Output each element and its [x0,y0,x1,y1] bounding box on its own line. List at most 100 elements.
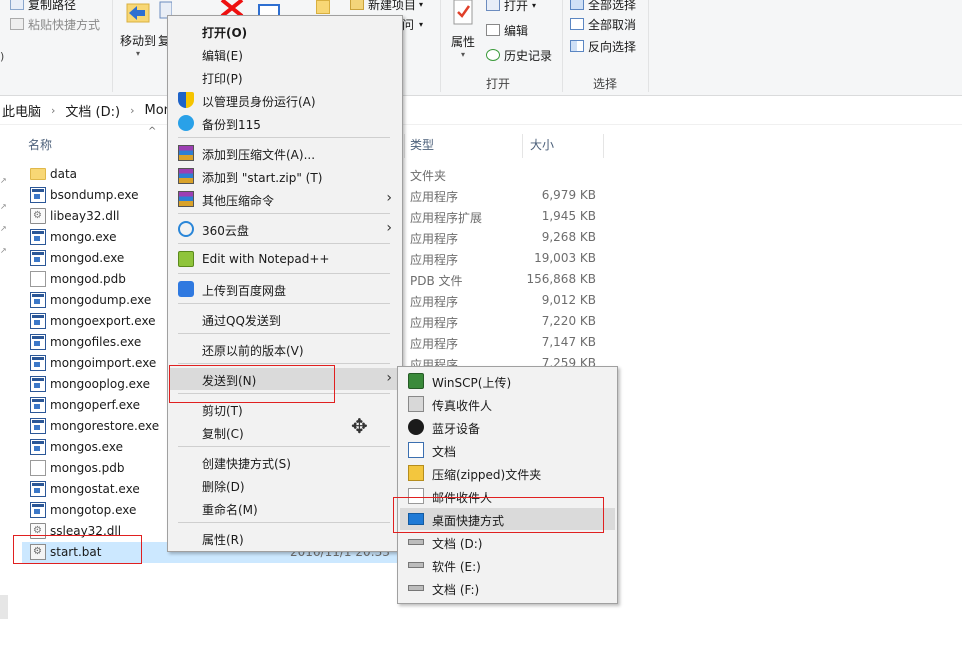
menu-item-edit-notepadpp[interactable]: Edit with Notepad++ [170,248,400,270]
menu-item-360-cloud[interactable]: 360云盘 › [170,218,400,240]
open-dropdown-icon: ▾ [532,0,537,10]
pin-icon[interactable]: ↗ [0,247,7,255]
360-cloud-icon [178,221,194,237]
exe-icon [30,355,46,371]
menu-item-add-to-zip[interactable]: 添加到 "start.zip" (T) [170,165,400,187]
send-to-winscp[interactable]: WinSCP(上传) [400,370,615,392]
file-icon [30,271,46,287]
exe-icon [30,313,46,329]
select-all-icon [570,0,584,10]
column-separator[interactable] [603,134,604,158]
pin-icon[interactable]: ↗ [0,177,7,185]
menu-item-add-to-archive[interactable]: 添加到压缩文件(A)... [170,142,400,164]
breadcrumb-chevron-icon[interactable]: › [130,104,134,117]
exe-icon [30,250,46,266]
easy-access-button[interactable]: 问 ▾ [402,14,423,34]
send-to-drive-e[interactable]: 软件 (E:) [400,554,615,576]
scrollbar-thumb[interactable] [0,595,8,619]
send-to-drive-f[interactable]: 文档 (F:) [400,577,615,599]
ribbon-separator [562,0,563,92]
winrar-icon [178,191,194,207]
drive-icon [408,562,424,568]
exe-icon [30,292,46,308]
open-button[interactable]: 打开 ▾ [486,0,536,15]
properties-icon [453,0,473,25]
send-to-fax[interactable]: 传真收件人 [400,393,615,415]
menu-separator [178,446,390,447]
menu-item-edit[interactable]: 编辑(E) [170,43,400,65]
pin-icon[interactable]: ↗ [0,203,7,211]
uac-shield-icon [178,92,194,108]
new-folder-icon[interactable] [316,0,330,14]
menu-item-delete[interactable]: 删除(D) [170,474,400,496]
annotation-box [169,365,335,403]
exe-icon [30,439,46,455]
menu-separator [178,137,390,138]
breadcrumb[interactable]: 此电脑 › 文档 (D:) › Mongo [0,97,962,125]
submenu-arrow-icon: › [386,190,392,206]
select-none-button[interactable]: 全部取消 [570,14,636,34]
pin-icon[interactable]: ↗ [0,225,7,233]
menu-item-restore-previous[interactable]: 还原以前的版本(V) [170,338,400,360]
winrar-icon [178,145,194,161]
notepadpp-icon [178,251,194,267]
send-to-bluetooth[interactable]: 蓝牙设备 [400,416,615,438]
navigation-pane-edge: ↗ ↗ ↗ ↗ [0,125,12,663]
menu-item-run-as-admin[interactable]: 以管理员身份运行(A) [170,89,400,111]
documents-icon [408,442,424,458]
paste-shortcut-button[interactable]: 粘贴快捷方式 [10,14,100,34]
exe-icon [30,229,46,245]
annotation-box [13,535,142,564]
move-to-button[interactable]: 移动到 ▾ [118,0,158,58]
invert-selection-button[interactable]: 反向选择 [570,36,636,56]
menu-item-backup-115[interactable]: 备份到115 [170,112,400,134]
send-to-drive-d[interactable]: 文档 (D:) [400,531,615,553]
zip-folder-icon [408,465,424,481]
column-header-type[interactable]: 类型 [410,130,434,158]
folder-icon [30,168,46,180]
properties-button[interactable]: 属性 ▾ [446,0,480,59]
open-icon [486,0,500,11]
menu-item-upload-baidu[interactable]: 上传到百度网盘 [170,278,400,300]
breadcrumb-this-pc[interactable]: 此电脑 [2,101,41,120]
clipboard-group-label-partial: ) [0,50,5,63]
new-item-button[interactable]: 新建项目 ▾ [350,0,423,14]
breadcrumb-chevron-icon[interactable]: › [51,104,55,117]
select-none-icon [570,18,584,30]
menu-item-print[interactable]: 打印(P) [170,66,400,88]
drive-icon [408,539,424,545]
send-to-documents[interactable]: 文档 [400,439,615,461]
exe-icon [30,418,46,434]
menu-item-rename[interactable]: 重命名(M) [170,497,400,519]
menu-item-other-compress[interactable]: 其他压缩命令 › [170,188,400,210]
file-icon [30,460,46,476]
context-menu: 打开(O) 编辑(E) 打印(P) 以管理员身份运行(A) 备份到115 添加到… [167,15,403,552]
move-to-dropdown-icon: ▾ [135,49,140,58]
move-cursor-icon: ✥ [351,414,368,438]
exe-icon [30,502,46,518]
copy-path-button[interactable]: 复制路径 [10,0,76,14]
column-header-size[interactable]: 大小 [530,130,554,158]
column-separator[interactable] [404,134,405,158]
breadcrumb-drive-d[interactable]: 文档 (D:) [65,101,120,120]
column-header-name[interactable]: 名称 [28,130,52,158]
menu-item-send-via-qq[interactable]: 通过QQ发送到 [170,308,400,330]
menu-separator [178,213,390,214]
history-icon [486,49,500,61]
menu-item-properties[interactable]: 属性(R) [170,527,400,549]
group-label-select: 选择 [593,77,618,91]
menu-item-create-shortcut[interactable]: 创建快捷方式(S) [170,451,400,473]
menu-separator [178,273,390,274]
sort-ascending-icon: ^ [148,126,157,137]
column-separator[interactable] [522,134,523,158]
menu-item-open[interactable]: 打开(O) [170,20,400,42]
properties-dropdown-icon: ▾ [460,50,465,59]
send-to-zip-folder[interactable]: 压缩(zipped)文件夹 [400,462,615,484]
history-button[interactable]: 历史记录 [486,45,552,65]
exe-icon [30,376,46,392]
select-all-button[interactable]: 全部选择 [570,0,636,14]
exe-icon [30,397,46,413]
new-item-dropdown-icon: ▾ [419,0,424,9]
edit-button[interactable]: 编辑 [486,20,528,40]
menu-separator [178,243,390,244]
